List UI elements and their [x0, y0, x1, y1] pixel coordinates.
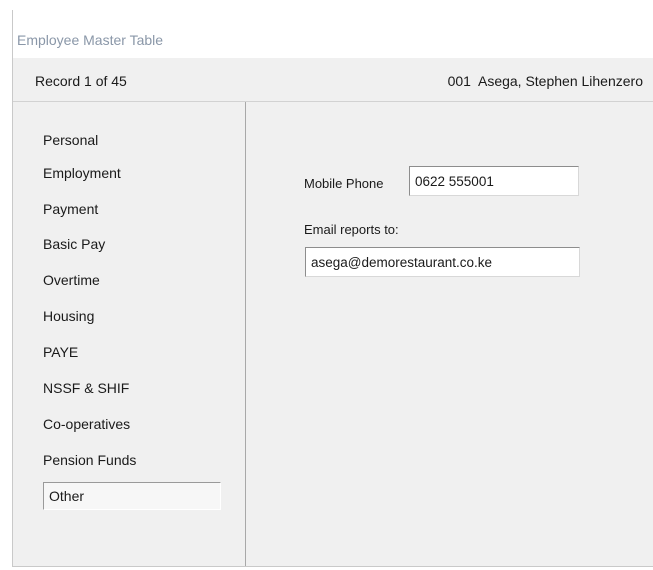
nav-item-paye[interactable]: PAYE [43, 344, 78, 360]
nav-item-housing[interactable]: Housing [43, 308, 94, 324]
nav-item-basic-pay[interactable]: Basic Pay [43, 236, 105, 252]
nav-item-pension-funds[interactable]: Pension Funds [43, 452, 136, 468]
nav-item-payment[interactable]: Payment [43, 201, 98, 217]
nav-item-personal[interactable]: Personal [43, 132, 98, 148]
employee-name: 001 Asega, Stephen Lihenzero [447, 73, 643, 89]
window-title: Employee Master Table [17, 32, 164, 48]
email-reports-label: Email reports to: [304, 222, 399, 237]
email-reports-input[interactable] [305, 247, 580, 277]
mobile-phone-label: Mobile Phone [304, 176, 384, 191]
nav-item-co-operatives[interactable]: Co-operatives [43, 416, 130, 432]
title-bar[interactable]: Employee Master Table [13, 10, 653, 58]
record-bar: Record 1 of 45 001 Asega, Stephen Lihenz… [13, 58, 653, 102]
nav-item-employment[interactable]: Employment [43, 165, 121, 181]
nav-item-nssf-shif[interactable]: NSSF & SHIF [43, 380, 129, 396]
record-position: Record 1 of 45 [35, 73, 127, 89]
mobile-phone-input[interactable] [409, 166, 579, 196]
nav-item-overtime[interactable]: Overtime [43, 272, 100, 288]
nav-item-other[interactable]: Other [43, 482, 221, 510]
employee-master-window: Employee Master Table Record 1 of 45 001… [12, 10, 653, 567]
section-nav: Personal Employment Payment Basic Pay Ov… [13, 102, 246, 566]
